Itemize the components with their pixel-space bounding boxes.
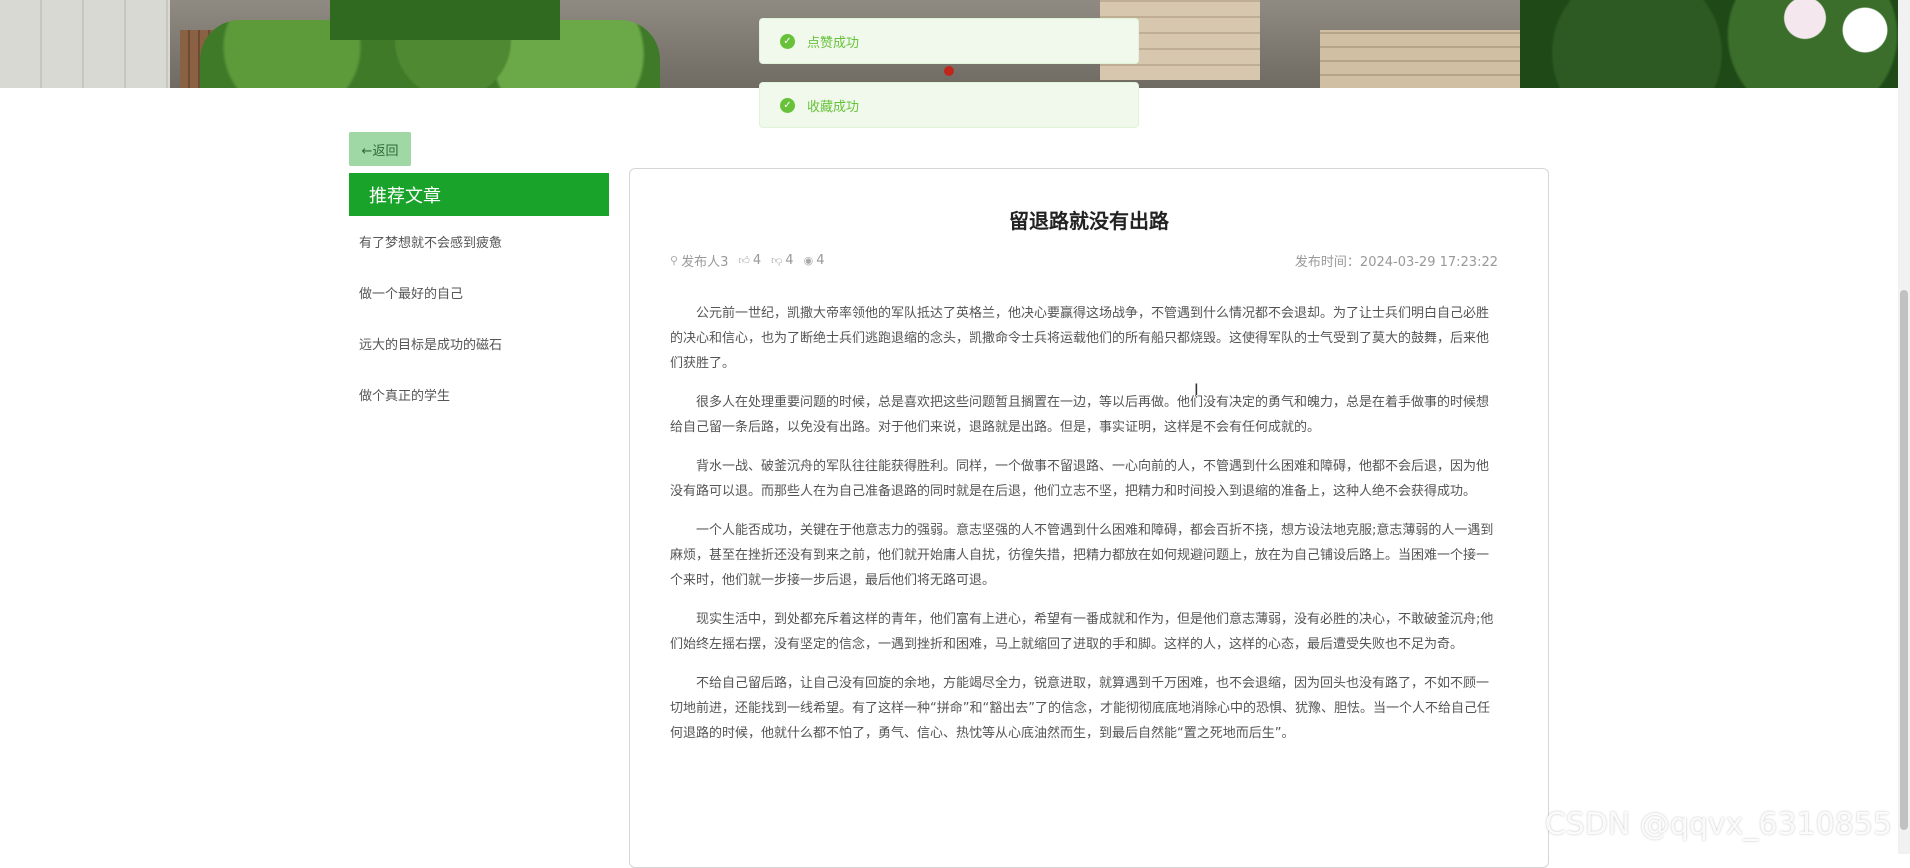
banner-hedge-top [330, 0, 560, 40]
recommended-article-link[interactable]: 做一个最好的自己 [349, 267, 609, 318]
back-button[interactable]: ←返回 [349, 132, 411, 166]
text-cursor-icon: I [1194, 380, 1199, 399]
author-meta: ⚲ 发布人3 [670, 251, 728, 270]
banner-wooden-bench [1320, 30, 1540, 88]
page-scrollbar-thumb[interactable] [1900, 290, 1908, 830]
toast-message: 收藏成功 [807, 96, 859, 115]
recommended-article-link[interactable]: 有了梦想就不会感到疲惫 [349, 216, 609, 267]
views-meta: ◉ 4 [804, 253, 825, 268]
thumbs-down-icon[interactable]: 👎︎ [771, 254, 782, 267]
recommended-article-link[interactable]: 做个真正的学生 [349, 369, 609, 420]
watermark: CSDN @qqvx_6310855 [1545, 807, 1892, 842]
recommended-articles-list: 有了梦想就不会感到疲惫 做一个最好的自己 远大的目标是成功的磁石 做个真正的学生 [349, 216, 609, 420]
article-paragraph: 现实生活中，到处都充斥着这样的青年，他们富有上进心，希望有一番成就和作为，但是他… [670, 607, 1500, 657]
article-paragraph: 不给自己留后路，让自己没有回旋的余地，方能竭尽全力，锐意进取，就算遇到千万困难，… [670, 671, 1500, 746]
banner-stone-wall [0, 0, 170, 88]
toast-like-success: ✓ 点赞成功 [759, 18, 1139, 64]
recommended-articles-title: 推荐文章 [349, 173, 609, 216]
article-content: 公元前一世纪，凯撒大帝率领他的军队抵达了英格兰，他决心要赢得这场战争，不管遇到什… [670, 301, 1500, 760]
like-count: 4 [753, 253, 761, 268]
article-paragraph: 公元前一世纪，凯撒大帝率领他的军队抵达了英格兰，他决心要赢得这场战争，不管遇到什… [670, 301, 1500, 376]
like-meta[interactable]: 👍︎ 4 [738, 253, 761, 268]
toast-message: 点赞成功 [807, 32, 859, 51]
carousel-indicator-dot[interactable] [944, 66, 954, 76]
user-icon: ⚲ [670, 254, 678, 267]
check-circle-icon: ✓ [780, 34, 795, 49]
article-paragraph: 一个人能否成功，关键在于他意志力的强弱。意志坚强的人不管遇到什么困难和障碍，都会… [670, 518, 1500, 593]
dislike-count: 4 [785, 253, 793, 268]
article-card: 留退路就没有出路 ⚲ 发布人3 👍︎ 4 👎︎ 4 ◉ 4 发布时间：2024-… [629, 168, 1549, 868]
article-paragraph: 背水一战、破釜沉舟的军队往往能获得胜利。同样，一个做事不留退路、一心向前的人，不… [670, 454, 1500, 504]
publish-time: 发布时间：2024-03-29 17:23:22 [1295, 251, 1498, 270]
author-name: 发布人3 [681, 251, 728, 270]
dislike-meta[interactable]: 👎︎ 4 [771, 253, 793, 268]
article-title: 留退路就没有出路 [630, 205, 1548, 234]
eye-icon: ◉ [804, 254, 814, 267]
recommended-article-link[interactable]: 远大的目标是成功的磁石 [349, 318, 609, 369]
check-circle-icon: ✓ [780, 98, 795, 113]
thumbs-up-icon[interactable]: 👍︎ [738, 254, 750, 267]
article-meta: ⚲ 发布人3 👍︎ 4 👎︎ 4 ◉ 4 发布时间：2024-03-29 17:… [670, 251, 1498, 270]
toast-favorite-success: ✓ 收藏成功 [759, 82, 1139, 128]
article-paragraph: 很多人在处理重要问题的时候，总是喜欢把这些问题暂且搁置在一边，等以后再做。他们没… [670, 390, 1500, 440]
view-count: 4 [816, 253, 824, 268]
banner-flowers [1760, 0, 1910, 60]
